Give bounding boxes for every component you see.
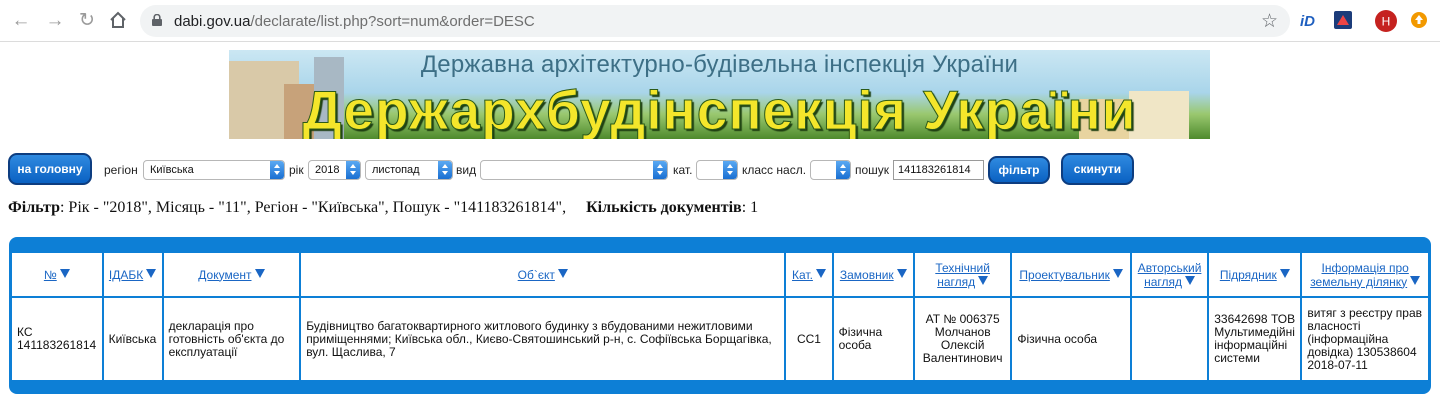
cell-author-supervision	[1131, 298, 1208, 380]
cell-num: КС 141183261814	[12, 298, 102, 380]
bookmark-star-icon[interactable]: ☆	[1261, 10, 1278, 33]
sort-down-icon	[254, 268, 265, 278]
sort-down-icon	[1279, 268, 1290, 278]
sort-down-icon	[815, 268, 826, 278]
cell-idabk: Київська	[103, 298, 162, 380]
region-select[interactable]: Київська	[143, 160, 285, 180]
cell-object: Будівництво багатоквартирного житлового …	[301, 298, 785, 380]
sort-down-icon	[1112, 268, 1123, 278]
filter-summary: Фільтр: Рік - "2018", Місяць - "11", Рег…	[8, 199, 759, 216]
column-header-customer[interactable]: Замовник	[833, 253, 913, 296]
lock-icon	[152, 14, 162, 26]
forward-arrow-icon[interactable]: →	[44, 10, 66, 32]
filter-button[interactable]: фільтр	[988, 156, 1050, 184]
select-arrows-icon	[836, 161, 850, 179]
select-arrows-icon	[346, 161, 360, 179]
cell-technical-supervision: АТ № 006375 Молчанов Олексій Валентинови…	[914, 298, 1011, 380]
select-arrows-icon	[438, 161, 452, 179]
id-extension-icon[interactable]: iD	[1300, 11, 1318, 34]
type-select[interactable]	[480, 160, 668, 180]
sort-down-icon	[1185, 275, 1196, 285]
select-arrows-icon	[723, 161, 737, 179]
column-header-idabk[interactable]: ІДАБК	[103, 253, 162, 296]
select-arrows-icon	[653, 161, 667, 179]
category-label: кат.	[673, 163, 693, 177]
column-header-category[interactable]: Кат.	[786, 253, 832, 296]
avatar[interactable]: Н	[1375, 10, 1397, 37]
results-table-frame: № ІДАБК Документ Об`єкт Кат. Замовник Те…	[9, 237, 1431, 394]
month-select[interactable]: листопад	[365, 160, 453, 180]
sort-down-icon	[896, 268, 907, 278]
sort-down-icon	[978, 275, 989, 285]
type-label: вид	[456, 163, 477, 177]
column-header-num[interactable]: №	[12, 253, 102, 296]
table-row: КС 141183261814 Київська декларація про …	[12, 298, 1428, 380]
year-label: рік	[289, 163, 304, 177]
select-arrows-icon	[270, 161, 284, 179]
column-header-contractor[interactable]: Підрядник	[1209, 253, 1301, 296]
cell-land-info: витяг з реєстру прав власності (інформац…	[1302, 298, 1428, 380]
column-header-object[interactable]: Об`єкт	[301, 253, 785, 296]
sort-down-icon	[557, 268, 568, 278]
home-icon[interactable]	[107, 10, 129, 32]
banner-title: Держархбудінспекція України	[302, 79, 1137, 140]
region-label: регіон	[104, 163, 138, 177]
cell-contractor: 33642698 ТОВ Мультимедійні інформаційні …	[1209, 298, 1301, 380]
search-input[interactable]	[893, 160, 984, 180]
class-label: класс насл.	[742, 163, 807, 177]
svg-text:Н: Н	[1382, 15, 1391, 29]
category-select[interactable]	[696, 160, 738, 180]
year-select[interactable]: 2018	[308, 160, 361, 180]
cell-customer: Фізична особа	[833, 298, 913, 380]
url-text: dabi.gov.ua/declarate/list.php?sort=num&…	[174, 13, 535, 30]
update-icon[interactable]	[1410, 11, 1428, 34]
results-table: № ІДАБК Документ Об`єкт Кат. Замовник Те…	[10, 251, 1430, 382]
sort-down-icon	[59, 268, 70, 278]
search-label: пошук	[855, 163, 890, 177]
column-header-document[interactable]: Документ	[163, 253, 300, 296]
site-banner: Державна архітектурно-будівельна інспекц…	[229, 50, 1210, 139]
home-button[interactable]: на головну	[8, 153, 92, 185]
column-header-author-supervision[interactable]: Авторський нагляд	[1131, 253, 1208, 296]
column-header-land-info[interactable]: Інформація про земельну ділянку	[1302, 253, 1428, 296]
cell-document: декларація про готовність об'єкта до екс…	[163, 298, 300, 380]
column-header-designer[interactable]: Проектувальник	[1012, 253, 1130, 296]
banner-subtitle: Державна архітектурно-будівельна інспекц…	[420, 51, 1019, 78]
address-bar[interactable]: dabi.gov.ua/declarate/list.php?sort=num&…	[140, 5, 1290, 37]
cell-designer: Фізична особа	[1012, 298, 1130, 380]
back-arrow-icon[interactable]: ←	[10, 10, 32, 32]
class-select[interactable]	[810, 160, 851, 180]
column-header-technical-supervision[interactable]: Технічний нагляд	[914, 253, 1011, 296]
sort-down-icon	[1410, 275, 1421, 285]
sort-down-icon	[146, 268, 157, 278]
reset-button[interactable]: скинути	[1061, 153, 1134, 185]
svg-text:iD: iD	[1300, 13, 1315, 29]
browser-toolbar: ← → ↻ dabi.gov.ua/declarate/list.php?sor…	[0, 0, 1440, 42]
cell-category: СС1	[786, 298, 832, 380]
reload-icon[interactable]: ↻	[76, 10, 98, 32]
extension-icon[interactable]	[1334, 11, 1352, 34]
